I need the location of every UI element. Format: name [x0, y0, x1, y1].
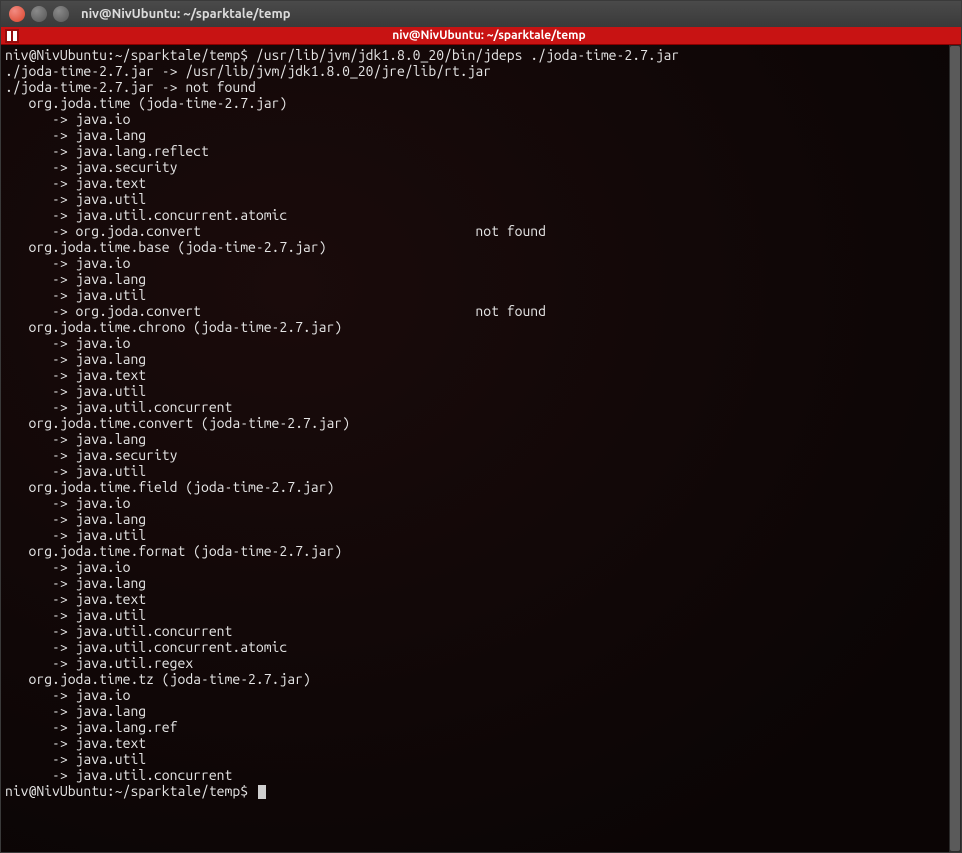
terminal-line: org.joda.time.format (joda-time-2.7.jar): [5, 543, 945, 559]
terminal-line: -> java.util.concurrent: [5, 767, 945, 783]
terminal-line: -> java.lang: [5, 351, 945, 367]
terminal-line: org.joda.time.tz (joda-time-2.7.jar): [5, 671, 945, 687]
tabbar-title: niv@NivUbuntu: ~/sparktale/temp: [21, 29, 957, 42]
terminal-line: -> java.io: [5, 335, 945, 351]
window-title: niv@NivUbuntu: ~/sparktale/temp: [81, 7, 291, 21]
terminal-line: -> java.security: [5, 159, 945, 175]
terminal-tabbar: niv@NivUbuntu: ~/sparktale/temp: [1, 27, 961, 45]
terminal-line: -> java.io: [5, 255, 945, 271]
terminal-line: -> java.text: [5, 367, 945, 383]
terminal-line: -> java.util.concurrent: [5, 399, 945, 415]
minimize-icon[interactable]: [31, 6, 47, 22]
terminal-line: -> java.text: [5, 175, 945, 191]
terminal-line: -> java.lang: [5, 127, 945, 143]
terminal-line: org.joda.time.chrono (joda-time-2.7.jar): [5, 319, 945, 335]
window-titlebar: niv@NivUbuntu: ~/sparktale/temp: [1, 1, 961, 27]
terminal-line: -> java.util: [5, 751, 945, 767]
terminal-line: ./joda-time-2.7.jar -> /usr/lib/jvm/jdk1…: [5, 63, 945, 79]
terminal-line: -> java.util: [5, 527, 945, 543]
terminal-line: org.joda.time.convert (joda-time-2.7.jar…: [5, 415, 945, 431]
terminal-line: -> java.util: [5, 607, 945, 623]
terminal-line: -> org.joda.convert not found: [5, 223, 945, 239]
terminal-line: -> java.lang: [5, 703, 945, 719]
terminal-line: -> java.util: [5, 191, 945, 207]
split-icon[interactable]: [5, 29, 19, 43]
terminal-output[interactable]: niv@NivUbuntu:~/sparktale/temp$ /usr/lib…: [1, 45, 949, 852]
terminal-line: -> java.lang: [5, 431, 945, 447]
terminal-line: org.joda.time.base (joda-time-2.7.jar): [5, 239, 945, 255]
scrollbar[interactable]: [949, 45, 961, 852]
terminal-line: -> java.util: [5, 383, 945, 399]
scroll-thumb[interactable]: [950, 46, 960, 851]
maximize-icon[interactable]: [53, 6, 69, 22]
terminal-line: -> java.text: [5, 591, 945, 607]
terminal-prompt-line[interactable]: niv@NivUbuntu:~/sparktale/temp$: [5, 783, 945, 799]
terminal-line: -> java.io: [5, 111, 945, 127]
terminal-line: -> java.io: [5, 495, 945, 511]
terminal-line: -> java.io: [5, 687, 945, 703]
prompt-text: niv@NivUbuntu:~/sparktale/temp$: [5, 783, 256, 799]
terminal-line: -> java.util.concurrent: [5, 623, 945, 639]
terminal-line: -> java.lang: [5, 511, 945, 527]
terminal-line: org.joda.time.field (joda-time-2.7.jar): [5, 479, 945, 495]
terminal-line: org.joda.time (joda-time-2.7.jar): [5, 95, 945, 111]
terminal-line: -> java.lang: [5, 575, 945, 591]
terminal-line: -> java.util.regex: [5, 655, 945, 671]
terminal-line: -> java.text: [5, 735, 945, 751]
terminal-line: -> java.lang.ref: [5, 719, 945, 735]
terminal-line: -> java.security: [5, 447, 945, 463]
terminal-prompt-line: niv@NivUbuntu:~/sparktale/temp$ /usr/lib…: [5, 47, 945, 63]
cursor-icon: [258, 785, 266, 799]
terminal-line: -> java.io: [5, 559, 945, 575]
terminal-line: -> org.joda.convert not found: [5, 303, 945, 319]
terminal-line: -> java.util: [5, 287, 945, 303]
terminal-body: niv@NivUbuntu:~/sparktale/temp$ /usr/lib…: [1, 45, 961, 852]
terminal-line: ./joda-time-2.7.jar -> not found: [5, 79, 945, 95]
terminal-line: -> java.util.concurrent.atomic: [5, 639, 945, 655]
close-icon[interactable]: [9, 6, 25, 22]
terminal-line: -> java.util: [5, 463, 945, 479]
terminal-line: -> java.lang.reflect: [5, 143, 945, 159]
terminal-window: niv@NivUbuntu: ~/sparktale/temp niv@NivU…: [0, 0, 962, 853]
terminal-line: -> java.util.concurrent.atomic: [5, 207, 945, 223]
terminal-line: -> java.lang: [5, 271, 945, 287]
